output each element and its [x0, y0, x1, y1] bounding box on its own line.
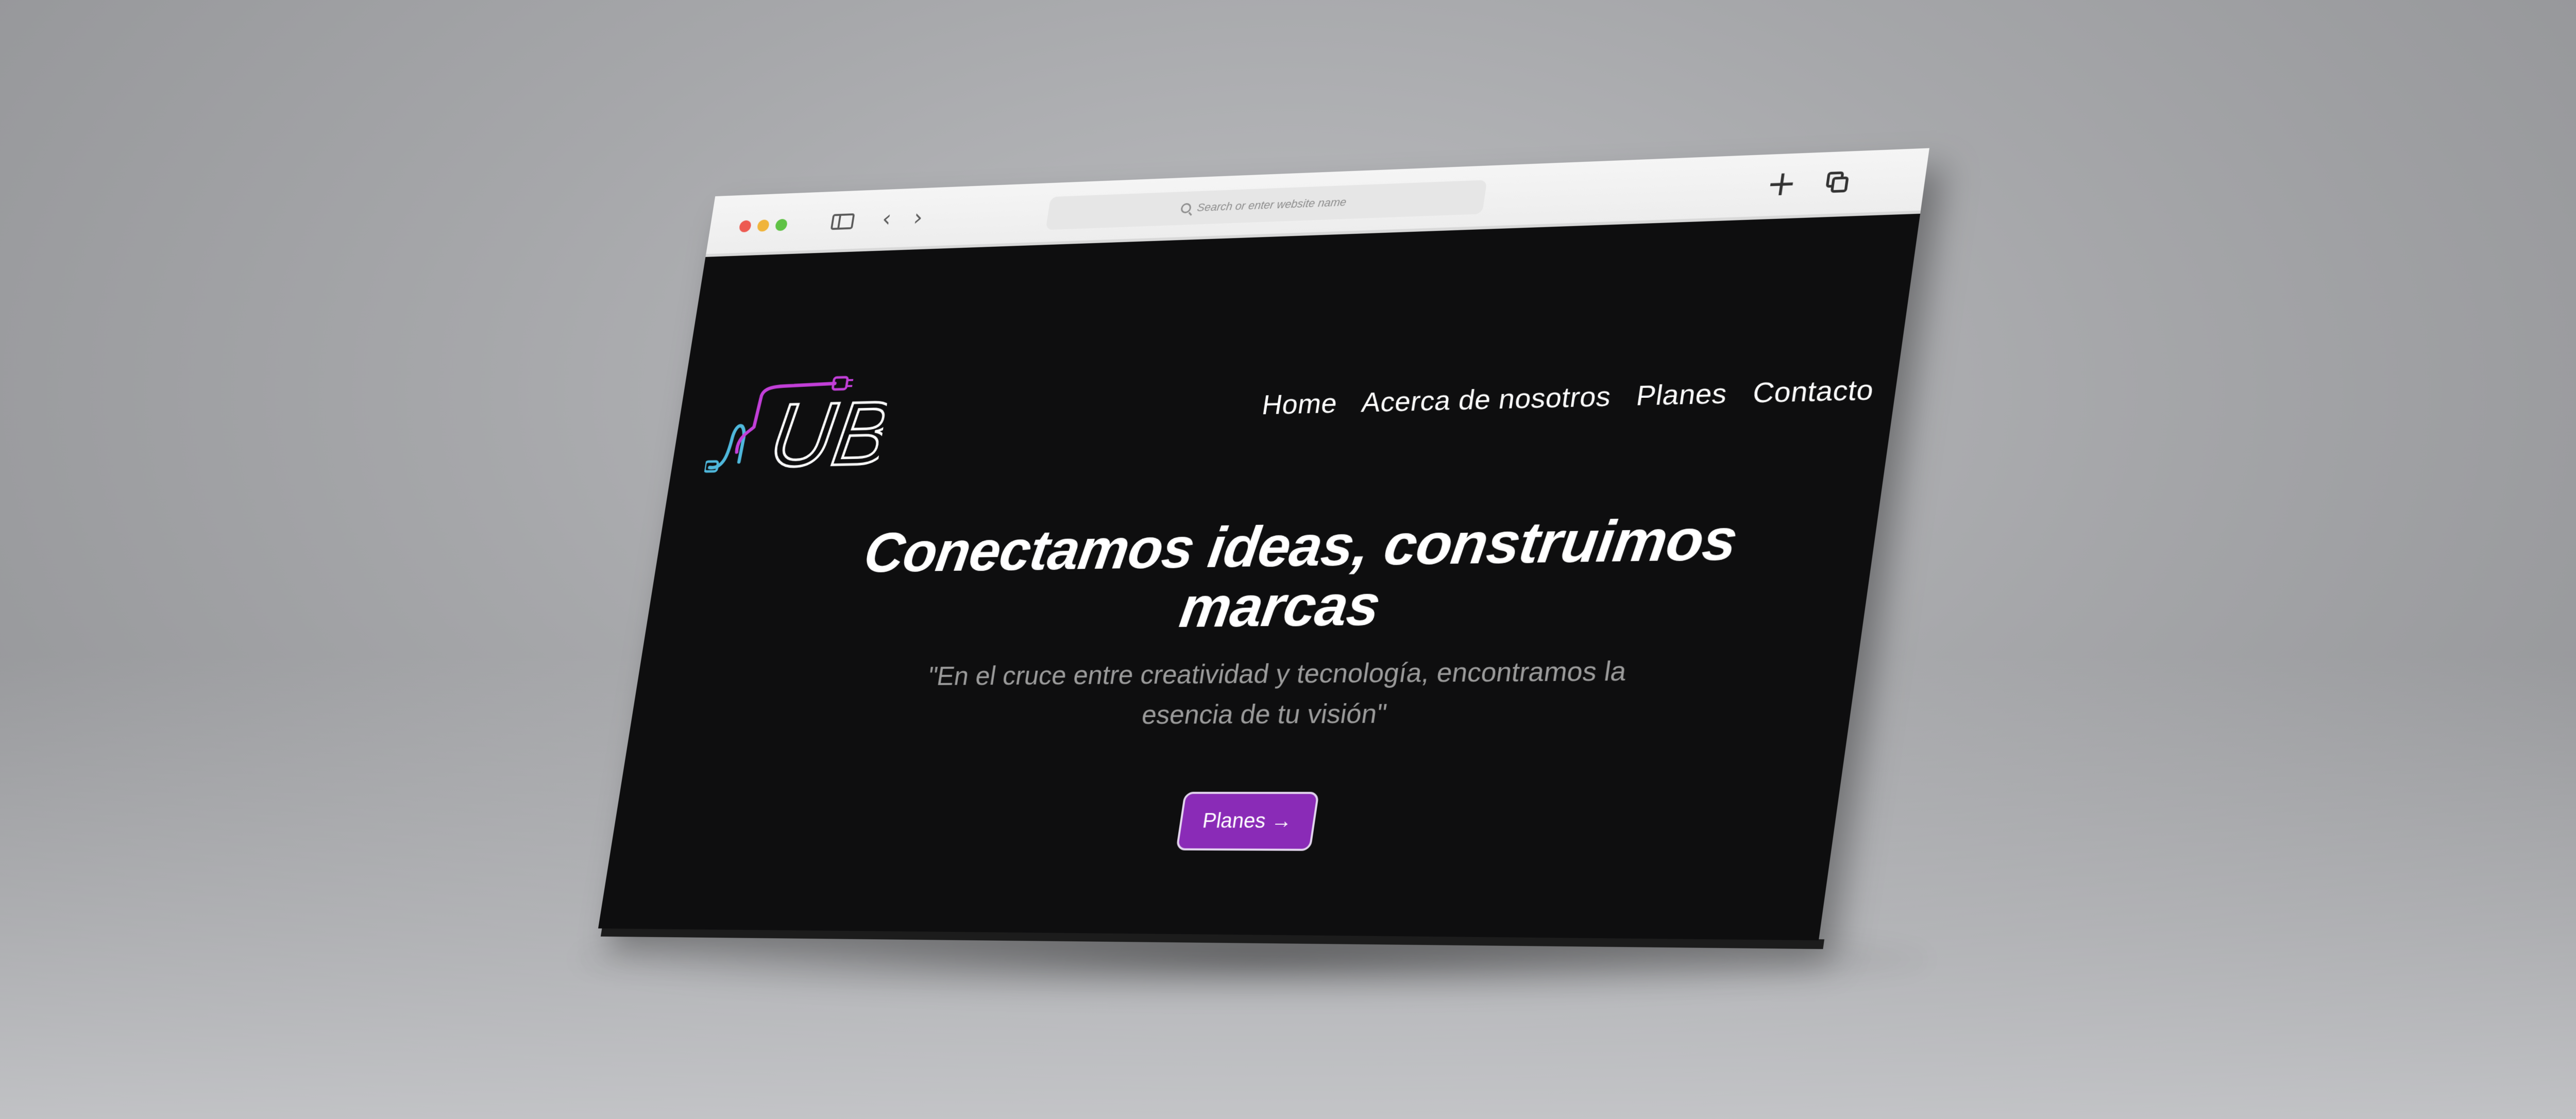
browser-window: ‹ › Search or enter website name + UB Ho… [598, 148, 1929, 950]
sidebar-icon[interactable] [830, 213, 855, 230]
plus-icon[interactable]: + [1764, 163, 1800, 205]
site-logo[interactable]: UB [703, 374, 892, 482]
address-placeholder: Search or enter website name [1196, 195, 1348, 214]
maximize-icon[interactable] [774, 218, 788, 231]
search-icon [1180, 202, 1192, 214]
hero-headline: Conectamos ideas, construimos marcas [860, 506, 1741, 639]
nav-item-home[interactable]: Home [1260, 387, 1340, 421]
nav-item-about[interactable]: Acerca de nosotros [1360, 380, 1613, 418]
logo-text: UB [764, 383, 891, 483]
close-icon[interactable] [738, 220, 752, 233]
minimize-icon[interactable] [756, 219, 770, 232]
hero-subtitle: "En el cruce entre creatividad y tecnolo… [926, 656, 1629, 730]
nav-item-contact[interactable]: Contacto [1751, 374, 1876, 410]
plans-button[interactable]: Planes → [1176, 791, 1319, 851]
address-bar[interactable]: Search or enter website name [1045, 180, 1487, 230]
mockup-stage: ‹ › Search or enter website name + UB Ho… [0, 0, 2576, 1119]
tabs-icon[interactable] [1825, 171, 1850, 193]
web-page: UB Home Acerca de nosotros Planes Contac… [598, 213, 1921, 941]
traffic-lights [738, 218, 788, 233]
chevron-right-icon[interactable]: › [912, 204, 925, 231]
chevron-left-icon[interactable]: ‹ [880, 205, 893, 232]
nav-item-plans[interactable]: Planes [1634, 377, 1730, 412]
main-nav: Home Acerca de nosotros Planes Contacto [1260, 374, 1876, 421]
hero-section: Conectamos ideas, construimos marcas "En… [793, 506, 1769, 853]
